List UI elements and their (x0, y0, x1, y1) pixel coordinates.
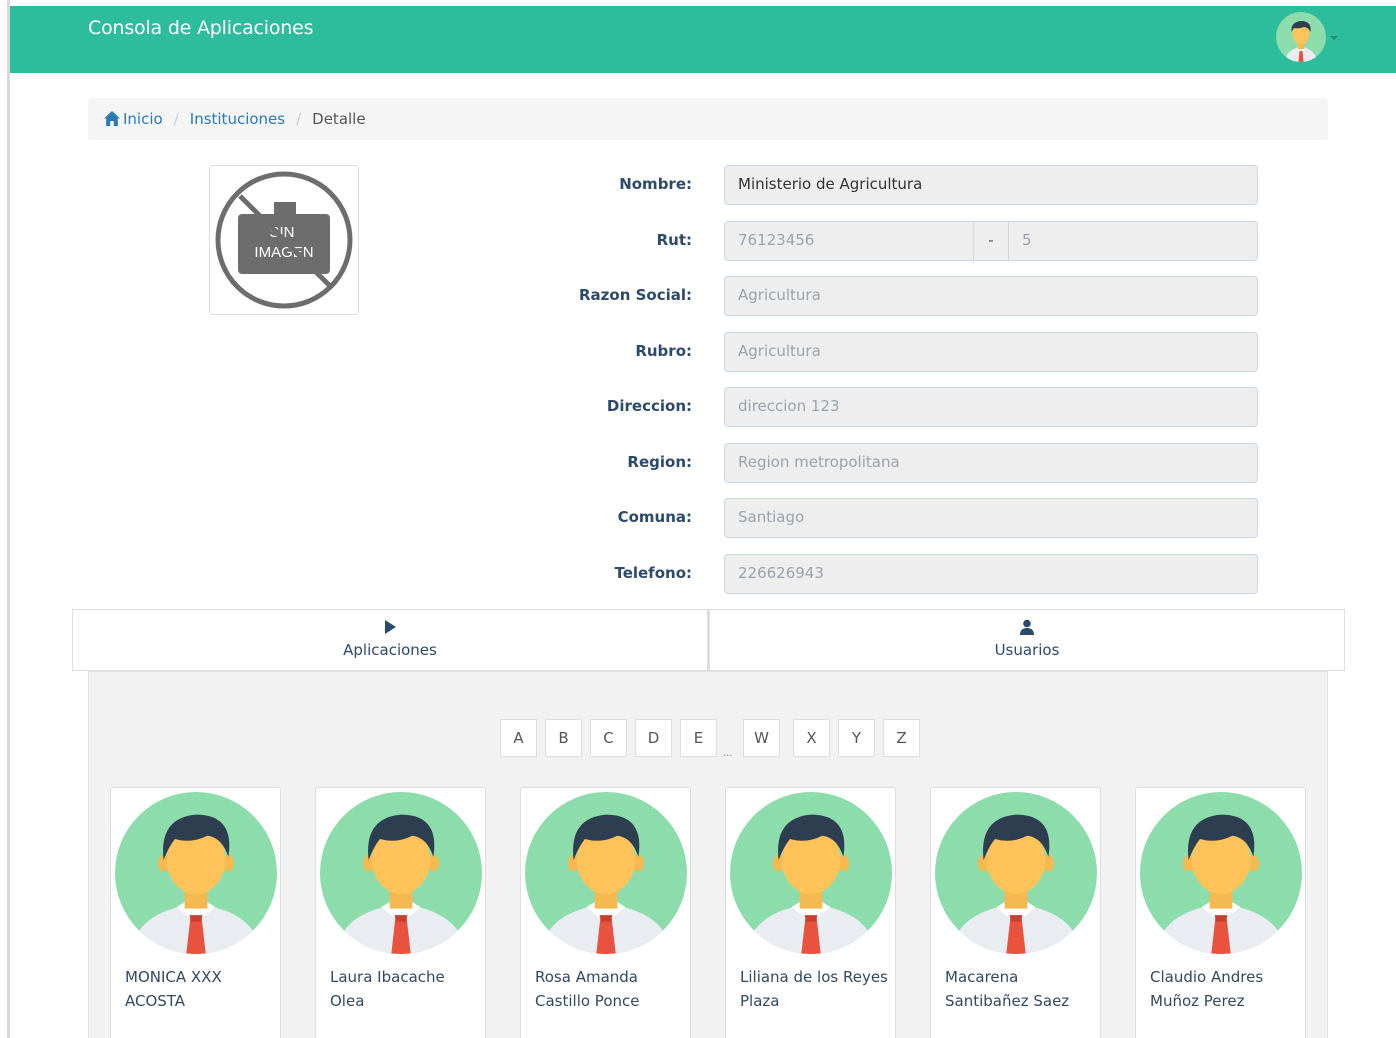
user-name-line1: Claudio Andres (1150, 968, 1264, 986)
tab-aplicaciones-label: Aplicaciones (343, 641, 437, 659)
form-row-telefono: Telefono: 226626943 (520, 554, 1260, 594)
tab-usuarios-label: Usuarios (994, 641, 1060, 659)
user-icon (1020, 619, 1034, 635)
detail-tabs: Aplicaciones Usuarios (72, 609, 1345, 671)
user-avatar-icon (115, 792, 277, 954)
rubro-label: Rubro: (635, 342, 692, 360)
users-panel: A B C D E ... W X Y Z MONICA XXX ACOSTA … (88, 671, 1328, 1038)
direccion-field[interactable]: direccion 123 (724, 387, 1258, 427)
user-avatar-icon (320, 792, 482, 954)
user-card[interactable]: MONICA XXX ACOSTA (110, 787, 281, 1038)
letter-filter-b[interactable]: B (545, 719, 582, 757)
user-card[interactable]: Claudio Andres Muñoz Perez (1135, 787, 1306, 1038)
breadcrumb: Inicio / Instituciones / Detalle (88, 98, 1328, 140)
window-edge (0, 0, 10, 1038)
user-name-line1: Rosa Amanda (535, 968, 638, 986)
comuna-field[interactable]: Santiago (724, 498, 1258, 538)
breadcrumb-separator: / (173, 110, 179, 128)
user-card[interactable]: Rosa Amanda Castillo Ponce (520, 787, 691, 1038)
user-name: Laura Ibacache Olea (330, 965, 480, 1013)
breadcrumb-institutions-link[interactable]: Instituciones (190, 110, 285, 128)
nombre-field[interactable]: Ministerio de Agricultura (724, 165, 1258, 205)
form-row-direccion: Direccion: direccion 123 (520, 387, 1260, 427)
user-card-list: MONICA XXX ACOSTA Laura Ibacache Olea Ro… (110, 787, 1306, 1038)
user-name: MONICA XXX ACOSTA (125, 965, 275, 1013)
user-card[interactable]: Liliana de los Reyes Plaza (725, 787, 896, 1038)
user-avatar-icon (1276, 12, 1326, 62)
top-navbar: Consola de Aplicaciones (10, 6, 1396, 73)
letter-filter-y[interactable]: Y (838, 719, 875, 757)
razon-social-field[interactable]: Agricultura (724, 276, 1258, 316)
institution-image-placeholder: SIN IMAGEN (209, 165, 359, 315)
direccion-label: Direccion: (606, 397, 692, 415)
form-row-rut: Rut: 76123456 - 5 (520, 221, 1260, 261)
form-row-nombre: Nombre: Ministerio de Agricultura (520, 165, 1260, 205)
letter-filter-a[interactable]: A (500, 719, 537, 757)
letter-filter-ellipsis: ... (717, 719, 739, 759)
telefono-field[interactable]: 226626943 (724, 554, 1258, 594)
telefono-label: Telefono: (614, 564, 692, 582)
user-name-line2: ACOSTA (125, 992, 186, 1010)
chevron-down-icon (1330, 36, 1338, 40)
user-name: Rosa Amanda Castillo Ponce (535, 965, 685, 1013)
user-name: Liliana de los Reyes Plaza (740, 965, 890, 1013)
region-label: Region: (627, 453, 692, 471)
user-name-line2: Muñoz Perez (1150, 992, 1245, 1010)
tab-usuarios[interactable]: Usuarios (708, 609, 1345, 671)
user-name: Macarena Santibañez Saez (945, 965, 1095, 1013)
user-name-line2: Olea (330, 992, 365, 1010)
letter-filter-c[interactable]: C (590, 719, 627, 757)
user-name-line1: Macarena (945, 968, 1019, 986)
user-name-line2: Santibañez Saez (945, 992, 1070, 1010)
form-row-comuna: Comuna: Santiago (520, 498, 1260, 538)
user-avatar-icon (1140, 792, 1302, 954)
user-avatar-icon (935, 792, 1097, 954)
home-icon (104, 111, 120, 126)
tab-aplicaciones[interactable]: Aplicaciones (72, 609, 708, 671)
breadcrumb-separator: / (296, 110, 302, 128)
user-card[interactable]: Macarena Santibañez Saez (930, 787, 1101, 1038)
rut-number-field[interactable]: 76123456 (724, 221, 974, 261)
letter-filter-x[interactable]: X (793, 719, 830, 757)
breadcrumb-home-label: Inicio (123, 110, 163, 128)
rut-label: Rut: (656, 231, 692, 249)
user-name-line1: Laura Ibacache (330, 968, 445, 986)
letter-filter-z[interactable]: Z (883, 719, 920, 757)
no-image-icon: SIN IMAGEN (215, 171, 353, 309)
user-avatar-icon (730, 792, 892, 954)
letter-filter-w[interactable]: W (743, 719, 780, 757)
app-title[interactable]: Consola de Aplicaciones (88, 17, 313, 39)
rut-check-digit-field[interactable]: 5 (1008, 221, 1258, 261)
alphabet-filter: A B C D E ... W X Y Z (500, 719, 928, 759)
ellipsis-text: ... (723, 748, 733, 759)
razon-social-label: Razon Social: (578, 286, 692, 304)
breadcrumb-home-link[interactable]: Inicio (104, 110, 163, 128)
play-icon (385, 620, 396, 634)
user-name: Claudio Andres Muñoz Perez (1150, 965, 1300, 1013)
letter-filter-e[interactable]: E (680, 719, 717, 757)
user-card[interactable]: Laura Ibacache Olea (315, 787, 486, 1038)
letter-filter-d[interactable]: D (635, 719, 672, 757)
form-row-region: Region: Region metropolitana (520, 443, 1260, 483)
comuna-label: Comuna: (617, 508, 692, 526)
breadcrumb-current: Detalle (312, 110, 366, 128)
form-row-razon-social: Razon Social: Agricultura (520, 276, 1260, 316)
nombre-label: Nombre: (619, 175, 692, 193)
rubro-field[interactable]: Agricultura (724, 332, 1258, 372)
user-name-line2: Plaza (740, 992, 780, 1010)
user-name-line2: Castillo Ponce (535, 992, 640, 1010)
user-name-line1: MONICA XXX (125, 968, 222, 986)
region-field[interactable]: Region metropolitana (724, 443, 1258, 483)
rut-separator: - (973, 221, 1009, 261)
user-menu-button[interactable] (1276, 12, 1338, 64)
user-avatar-icon (525, 792, 687, 954)
form-row-rubro: Rubro: Agricultura (520, 332, 1260, 372)
user-name-line1: Liliana de los Reyes (740, 968, 888, 986)
